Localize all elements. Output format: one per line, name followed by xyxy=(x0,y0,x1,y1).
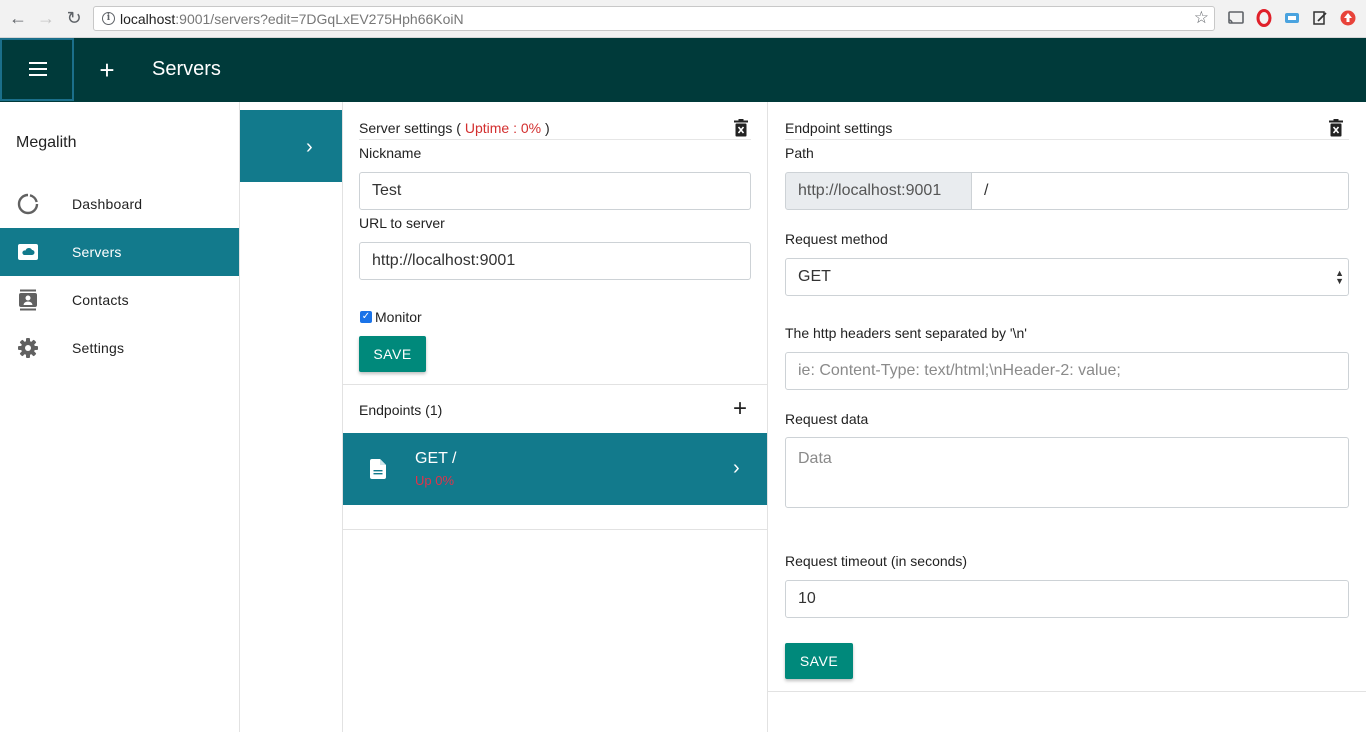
server-list-toggle[interactable]: › xyxy=(240,110,342,182)
section-divider xyxy=(343,384,767,385)
timeout-label: Request timeout (in seconds) xyxy=(785,553,968,569)
chevron-right-icon: › xyxy=(306,136,313,158)
method-label: Request method xyxy=(785,231,888,247)
address-bar[interactable]: i localhost:9001/servers?edit=7DGqLxEV27… xyxy=(93,6,1215,31)
endpoint-settings-heading: Endpoint settings xyxy=(785,120,893,136)
nickname-label: Nickname xyxy=(359,145,422,161)
request-data-label: Request data xyxy=(785,411,869,427)
save-endpoint-button[interactable]: SAVE xyxy=(785,643,853,679)
hamburger-icon xyxy=(29,62,47,64)
monitor-checkbox[interactable]: ✓ xyxy=(360,311,372,323)
sidebar: Megalith Dashboard Servers Contacts Sett… xyxy=(0,102,240,732)
endpoint-settings-panel: Endpoint settings Path http://localhost:… xyxy=(768,102,1366,692)
endpoints-heading: Endpoints (1) xyxy=(359,402,443,418)
path-input[interactable]: / xyxy=(971,172,1349,210)
endpoint-list-item[interactable]: GET / Up 0% › xyxy=(343,433,767,505)
brand-name: Megalith xyxy=(16,134,77,151)
cloud-server-icon xyxy=(18,244,38,260)
contacts-icon xyxy=(19,289,37,311)
sidebar-item-label: Servers xyxy=(72,244,122,260)
server-settings-panel: Server settings ( Uptime : 0% ) Nickname… xyxy=(342,102,768,732)
endpoint-uptime: Up 0% xyxy=(415,473,455,488)
address-url[interactable]: localhost:9001/servers?edit=7DGqLxEV275H… xyxy=(120,11,464,27)
uptime-status: Uptime : 0% xyxy=(464,120,542,136)
select-arrows-icon: ▲ ▼ xyxy=(1335,268,1344,286)
add-server-button[interactable]: + xyxy=(95,57,119,83)
heading-divider xyxy=(359,139,751,140)
endpoint-title: GET / xyxy=(415,450,457,467)
page-title: Servers xyxy=(152,58,221,80)
opera-icon[interactable] xyxy=(1255,9,1273,27)
request-method-select[interactable]: GET ▲ ▼ xyxy=(785,258,1349,296)
cast-icon[interactable] xyxy=(1227,9,1245,27)
timeout-input[interactable]: 10 xyxy=(785,580,1349,618)
delete-server-icon[interactable] xyxy=(733,119,749,137)
url-label: URL to server xyxy=(359,215,445,231)
list-divider xyxy=(343,529,767,530)
sidebar-item-contacts[interactable]: Contacts xyxy=(0,276,239,324)
sidebar-item-settings[interactable]: Settings xyxy=(0,324,239,372)
monitor-label[interactable]: Monitor xyxy=(375,309,422,325)
sidebar-item-label: Dashboard xyxy=(72,196,143,212)
delete-endpoint-icon[interactable] xyxy=(1328,119,1344,137)
info-icon[interactable]: i xyxy=(102,12,115,25)
upload-extension-icon[interactable] xyxy=(1339,9,1357,27)
path-label: Path xyxy=(785,145,814,161)
request-data-textarea[interactable]: Data xyxy=(785,437,1349,508)
loading-circle-icon xyxy=(17,193,39,215)
server-settings-heading: Server settings ( Uptime : 0% ) xyxy=(359,120,550,136)
selected-method: GET xyxy=(798,268,831,285)
sidebar-item-dashboard[interactable]: Dashboard xyxy=(0,180,239,228)
note-edit-icon[interactable] xyxy=(1311,9,1329,27)
forward-arrow-icon[interactable]: → xyxy=(36,8,56,28)
app-bar: + Servers xyxy=(0,38,1366,102)
headers-label: The http headers sent separated by '\n' xyxy=(785,325,1027,341)
path-prefix: http://localhost:9001 xyxy=(785,172,972,210)
browser-toolbar: ← → ↻ i localhost:9001/servers?edit=7DGq… xyxy=(0,0,1366,38)
back-arrow-icon[interactable]: ← xyxy=(8,8,28,28)
add-endpoint-button[interactable]: + xyxy=(733,397,747,421)
heading-divider xyxy=(785,139,1349,140)
headers-input[interactable]: ie: Content-Type: text/html;\nHeader-2: … xyxy=(785,352,1349,390)
server-url-input[interactable]: http://localhost:9001 xyxy=(359,242,751,280)
file-icon xyxy=(370,459,386,479)
gear-icon xyxy=(18,338,38,358)
sidebar-item-servers[interactable]: Servers xyxy=(0,228,239,276)
bookmark-star-icon[interactable]: ☆ xyxy=(1194,8,1209,28)
sidebar-item-label: Settings xyxy=(72,340,125,356)
nickname-input[interactable]: Test xyxy=(359,172,751,210)
extension-icon[interactable] xyxy=(1283,9,1301,27)
chevron-right-icon: › xyxy=(733,457,740,479)
reload-icon[interactable]: ↻ xyxy=(64,8,84,28)
sidebar-item-label: Contacts xyxy=(72,292,129,308)
menu-button[interactable] xyxy=(0,38,74,101)
save-server-button[interactable]: SAVE xyxy=(359,336,426,372)
